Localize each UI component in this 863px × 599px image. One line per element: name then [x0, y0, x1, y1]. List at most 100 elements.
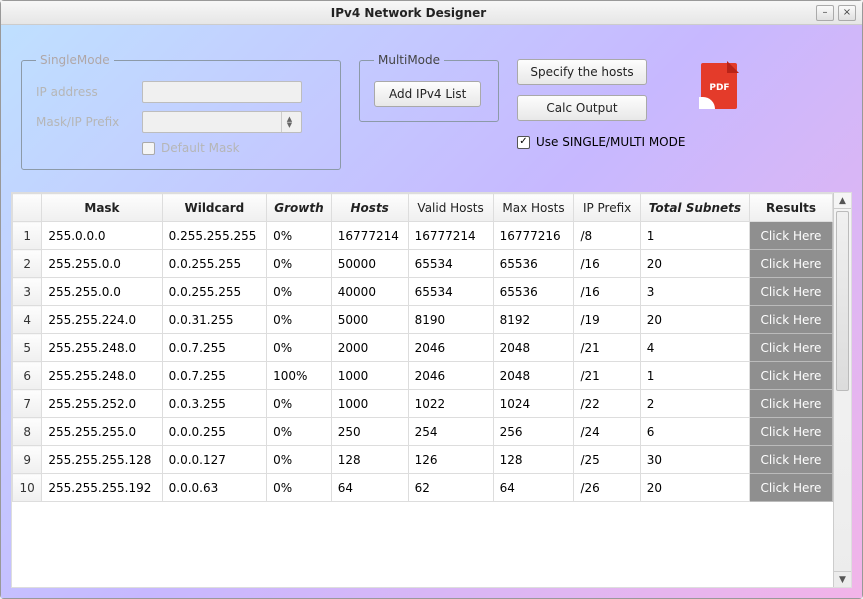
cell-total-subnets[interactable]: 20 [640, 474, 749, 502]
cell-ip-prefix[interactable]: /16 [574, 250, 640, 278]
vertical-scrollbar[interactable]: ▲ ▼ [833, 193, 851, 587]
cell-mask[interactable]: 255.0.0.0 [42, 222, 162, 250]
cell-max-hosts[interactable]: 16777216 [493, 222, 574, 250]
cell-valid-hosts[interactable]: 126 [408, 446, 493, 474]
row-number[interactable]: 10 [13, 474, 42, 502]
calc-output-button[interactable]: Calc Output [517, 95, 647, 121]
header-valid-hosts[interactable]: Valid Hosts [408, 194, 493, 222]
header-results[interactable]: Results [749, 194, 832, 222]
cell-growth[interactable]: 0% [267, 306, 332, 334]
cell-mask[interactable]: 255.255.255.128 [42, 446, 162, 474]
cell-max-hosts[interactable]: 1024 [493, 390, 574, 418]
cell-hosts[interactable]: 128 [331, 446, 408, 474]
row-number[interactable]: 2 [13, 250, 42, 278]
cell-mask[interactable]: 255.255.255.0 [42, 418, 162, 446]
cell-result-button[interactable]: Click Here [749, 474, 832, 502]
cell-mask[interactable]: 255.255.252.0 [42, 390, 162, 418]
row-number[interactable]: 4 [13, 306, 42, 334]
cell-growth[interactable]: 0% [267, 390, 332, 418]
cell-wildcard[interactable]: 0.0.0.63 [162, 474, 266, 502]
cell-hosts[interactable]: 16777214 [331, 222, 408, 250]
cell-total-subnets[interactable]: 30 [640, 446, 749, 474]
cell-result-button[interactable]: Click Here [749, 446, 832, 474]
cell-hosts[interactable]: 50000 [331, 250, 408, 278]
cell-ip-prefix[interactable]: /16 [574, 278, 640, 306]
cell-growth[interactable]: 0% [267, 418, 332, 446]
cell-result-button[interactable]: Click Here [749, 250, 832, 278]
minimize-button[interactable]: – [816, 5, 834, 21]
cell-wildcard[interactable]: 0.0.255.255 [162, 278, 266, 306]
cell-ip-prefix[interactable]: /19 [574, 306, 640, 334]
cell-result-button[interactable]: Click Here [749, 418, 832, 446]
header-mask[interactable]: Mask [42, 194, 162, 222]
cell-valid-hosts[interactable]: 16777214 [408, 222, 493, 250]
cell-valid-hosts[interactable]: 65534 [408, 278, 493, 306]
cell-hosts[interactable]: 1000 [331, 362, 408, 390]
cell-max-hosts[interactable]: 2048 [493, 334, 574, 362]
add-ipv4-list-button[interactable]: Add IPv4 List [374, 81, 481, 107]
close-button[interactable]: × [838, 5, 856, 21]
cell-wildcard[interactable]: 0.0.0.127 [162, 446, 266, 474]
header-total-subnets[interactable]: Total Subnets [640, 194, 749, 222]
cell-hosts[interactable]: 64 [331, 474, 408, 502]
cell-ip-prefix[interactable]: /21 [574, 362, 640, 390]
cell-mask[interactable]: 255.255.255.192 [42, 474, 162, 502]
cell-wildcard[interactable]: 0.0.3.255 [162, 390, 266, 418]
specify-hosts-button[interactable]: Specify the hosts [517, 59, 647, 85]
cell-ip-prefix[interactable]: /25 [574, 446, 640, 474]
cell-growth[interactable]: 0% [267, 222, 332, 250]
cell-hosts[interactable]: 1000 [331, 390, 408, 418]
cell-result-button[interactable]: Click Here [749, 334, 832, 362]
row-number[interactable]: 5 [13, 334, 42, 362]
cell-total-subnets[interactable]: 20 [640, 250, 749, 278]
cell-hosts[interactable]: 40000 [331, 278, 408, 306]
cell-hosts[interactable]: 5000 [331, 306, 408, 334]
cell-valid-hosts[interactable]: 62 [408, 474, 493, 502]
cell-ip-prefix[interactable]: /26 [574, 474, 640, 502]
cell-growth[interactable]: 0% [267, 334, 332, 362]
cell-hosts[interactable]: 250 [331, 418, 408, 446]
cell-hosts[interactable]: 2000 [331, 334, 408, 362]
cell-valid-hosts[interactable]: 8190 [408, 306, 493, 334]
cell-total-subnets[interactable]: 1 [640, 222, 749, 250]
row-number[interactable]: 7 [13, 390, 42, 418]
cell-valid-hosts[interactable]: 254 [408, 418, 493, 446]
cell-wildcard[interactable]: 0.0.31.255 [162, 306, 266, 334]
cell-growth[interactable]: 0% [267, 474, 332, 502]
row-number[interactable]: 6 [13, 362, 42, 390]
cell-wildcard[interactable]: 0.0.255.255 [162, 250, 266, 278]
cell-growth[interactable]: 100% [267, 362, 332, 390]
cell-total-subnets[interactable]: 3 [640, 278, 749, 306]
cell-ip-prefix[interactable]: /21 [574, 334, 640, 362]
cell-valid-hosts[interactable]: 65534 [408, 250, 493, 278]
use-mode-checkbox[interactable]: ✓ [517, 136, 530, 149]
cell-growth[interactable]: 0% [267, 250, 332, 278]
scroll-up-icon[interactable]: ▲ [834, 193, 851, 209]
cell-result-button[interactable]: Click Here [749, 390, 832, 418]
cell-total-subnets[interactable]: 1 [640, 362, 749, 390]
scroll-thumb[interactable] [836, 211, 849, 391]
cell-ip-prefix[interactable]: /8 [574, 222, 640, 250]
cell-wildcard[interactable]: 0.0.7.255 [162, 362, 266, 390]
cell-ip-prefix[interactable]: /22 [574, 390, 640, 418]
pdf-icon[interactable]: PDF [699, 61, 739, 109]
cell-total-subnets[interactable]: 2 [640, 390, 749, 418]
cell-max-hosts[interactable]: 2048 [493, 362, 574, 390]
row-number[interactable]: 8 [13, 418, 42, 446]
cell-wildcard[interactable]: 0.0.0.255 [162, 418, 266, 446]
cell-total-subnets[interactable]: 20 [640, 306, 749, 334]
cell-max-hosts[interactable]: 8192 [493, 306, 574, 334]
row-number[interactable]: 3 [13, 278, 42, 306]
cell-ip-prefix[interactable]: /24 [574, 418, 640, 446]
cell-mask[interactable]: 255.255.248.0 [42, 334, 162, 362]
cell-mask[interactable]: 255.255.224.0 [42, 306, 162, 334]
header-ip-prefix[interactable]: IP Prefix [574, 194, 640, 222]
header-wildcard[interactable]: Wildcard [162, 194, 266, 222]
cell-max-hosts[interactable]: 65536 [493, 278, 574, 306]
cell-total-subnets[interactable]: 4 [640, 334, 749, 362]
cell-max-hosts[interactable]: 64 [493, 474, 574, 502]
row-number[interactable]: 1 [13, 222, 42, 250]
cell-max-hosts[interactable]: 65536 [493, 250, 574, 278]
cell-result-button[interactable]: Click Here [749, 222, 832, 250]
cell-max-hosts[interactable]: 128 [493, 446, 574, 474]
